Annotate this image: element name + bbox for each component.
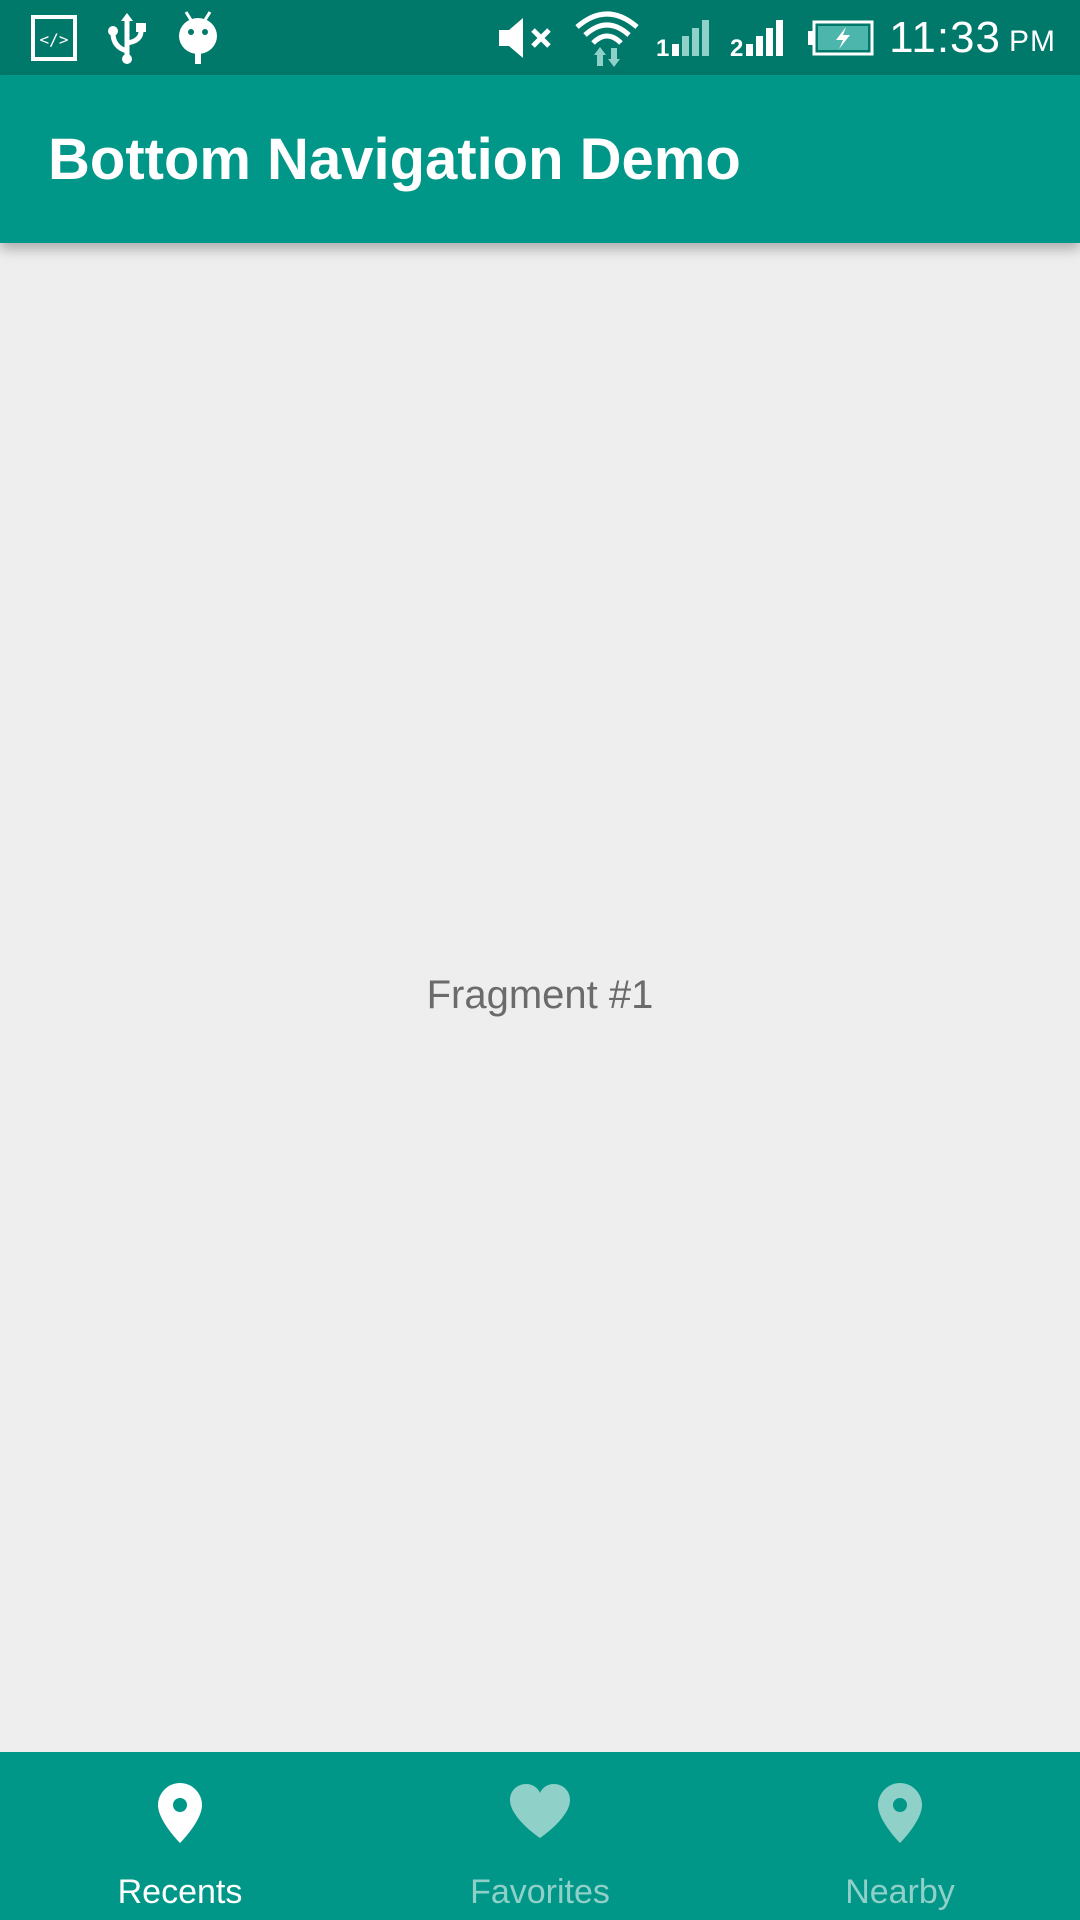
nav-item-nearby[interactable]: Nearby: [720, 1752, 1080, 1920]
nav-label-recents: Recents: [117, 1873, 243, 1911]
app-bar: Bottom Navigation Demo: [0, 75, 1080, 243]
svg-text:</>: </>: [40, 30, 69, 49]
nav-label-favorites: Favorites: [470, 1873, 610, 1911]
fragment-container: Fragment #1: [0, 243, 1080, 1752]
android-debug-icon: [176, 0, 220, 75]
usb-icon: [104, 0, 150, 75]
signal-sim1-icon: 1: [656, 0, 712, 75]
status-bar: </> 1 2 11:33 PM: [0, 0, 1080, 75]
location-pin-icon: [0, 1782, 360, 1844]
location-pin-icon: [720, 1782, 1080, 1844]
bottom-navigation: Recents Favorites Nearby: [0, 1752, 1080, 1920]
page-title: Bottom Navigation Demo: [48, 126, 741, 192]
mute-icon: [496, 0, 556, 75]
app-screen: </> 1 2 11:33 PM Bottom Navigation Demo …: [0, 0, 1080, 1920]
wifi-icon: [574, 0, 640, 75]
heart-icon: [360, 1782, 720, 1844]
svg-text:2: 2: [730, 35, 743, 58]
nav-label-nearby: Nearby: [845, 1873, 955, 1911]
fragment-label: Fragment #1: [426, 973, 654, 1017]
clock-time: 11:33: [889, 12, 1001, 62]
battery-charging-icon: [806, 0, 876, 75]
nav-item-recents[interactable]: Recents: [0, 1752, 360, 1920]
clock-ampm: PM: [1009, 24, 1056, 58]
code-icon: </>: [30, 0, 78, 75]
svg-text:1: 1: [656, 35, 669, 58]
status-clock: 11:33 PM: [889, 0, 1056, 75]
signal-sim2-icon: 2: [730, 0, 786, 75]
nav-item-favorites[interactable]: Favorites: [360, 1752, 720, 1920]
